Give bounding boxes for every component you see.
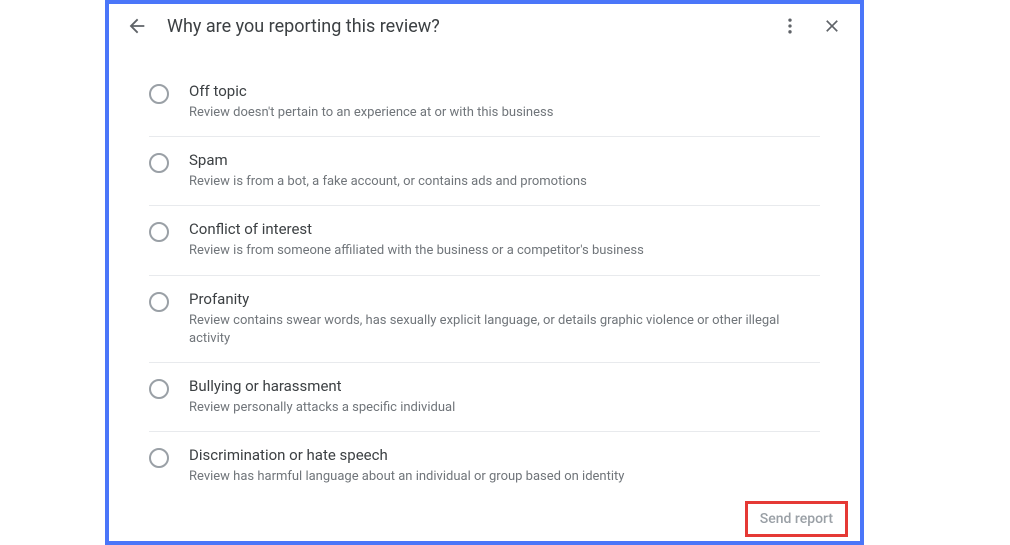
option-text: Profanity Review contains swear words, h…	[189, 290, 820, 348]
option-desc: Review has harmful language about an ind…	[189, 468, 820, 486]
radio-icon[interactable]	[149, 379, 169, 399]
radio-icon[interactable]	[149, 292, 169, 312]
radio-icon[interactable]	[149, 222, 169, 242]
option-desc: Review doesn't pertain to an experience …	[189, 104, 820, 122]
radio-icon[interactable]	[149, 448, 169, 468]
option-desc: Review contains swear words, has sexuall…	[189, 312, 820, 348]
radio-icon[interactable]	[149, 84, 169, 104]
option-text: Off topic Review doesn't pertain to an e…	[189, 82, 820, 122]
dialog-title: Why are you reporting this review?	[167, 16, 778, 37]
option-bullying-harassment[interactable]: Bullying or harassment Review personally…	[149, 363, 820, 432]
report-dialog: Why are you reporting this review? Off t…	[105, 0, 864, 545]
send-report-button[interactable]: Send report	[745, 501, 848, 537]
option-title: Off topic	[189, 82, 820, 100]
close-icon[interactable]	[820, 14, 844, 38]
option-spam[interactable]: Spam Review is from a bot, a fake accoun…	[149, 137, 820, 206]
option-title: Discrimination or hate speech	[189, 446, 820, 464]
dialog-footer: Send report	[745, 501, 848, 537]
option-desc: Review is from someone affiliated with t…	[189, 242, 820, 260]
option-text: Spam Review is from a bot, a fake accoun…	[189, 151, 820, 191]
option-text: Bullying or harassment Review personally…	[189, 377, 820, 417]
radio-icon[interactable]	[149, 153, 169, 173]
option-discrimination-hate[interactable]: Discrimination or hate speech Review has…	[149, 432, 820, 500]
option-title: Bullying or harassment	[189, 377, 820, 395]
option-text: Conflict of interest Review is from some…	[189, 220, 820, 260]
dialog-header: Why are you reporting this review?	[109, 4, 860, 50]
more-vertical-icon[interactable]	[778, 14, 802, 38]
option-desc: Review is from a bot, a fake account, or…	[189, 173, 820, 191]
option-text: Discrimination or hate speech Review has…	[189, 446, 820, 486]
report-options-list: Off topic Review doesn't pertain to an e…	[109, 50, 860, 500]
option-profanity[interactable]: Profanity Review contains swear words, h…	[149, 276, 820, 363]
option-desc: Review personally attacks a specific ind…	[189, 399, 820, 417]
option-title: Profanity	[189, 290, 820, 308]
header-actions	[778, 14, 844, 38]
option-title: Conflict of interest	[189, 220, 820, 238]
back-arrow-icon[interactable]	[125, 14, 149, 38]
option-conflict-of-interest[interactable]: Conflict of interest Review is from some…	[149, 206, 820, 275]
option-off-topic[interactable]: Off topic Review doesn't pertain to an e…	[149, 78, 820, 137]
option-title: Spam	[189, 151, 820, 169]
